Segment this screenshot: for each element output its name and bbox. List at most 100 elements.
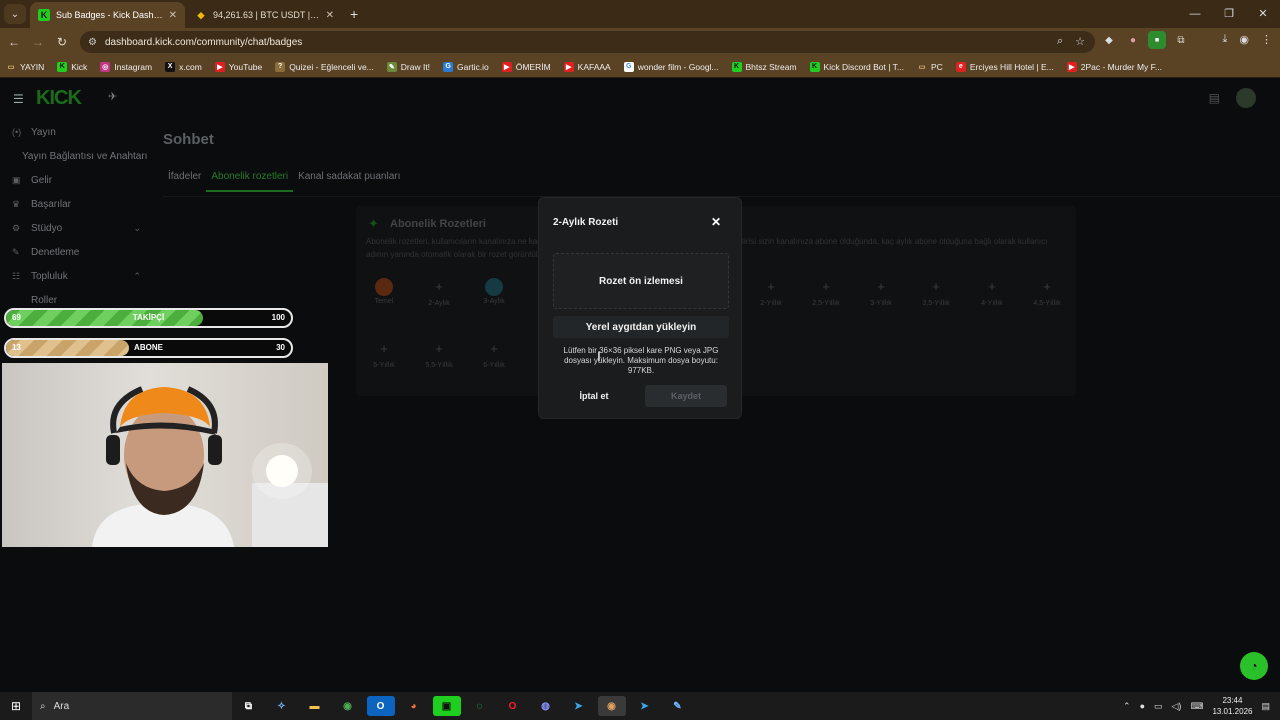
support-chat-icon[interactable]: ◔	[1240, 652, 1268, 680]
webcam-feed	[92, 386, 328, 547]
tray-expand-icon[interactable]: ⌃	[1123, 701, 1131, 712]
close-icon[interactable]: ✕	[326, 10, 334, 21]
sidebar-item-basarilar[interactable]: ♛ Başarılar	[0, 192, 155, 216]
badge-slot[interactable]: +4-Yıllık	[967, 276, 1017, 307]
restore-icon[interactable]: ❐	[1212, 0, 1246, 28]
tab-sadakat-puanlari[interactable]: Kanal sadakat puanları	[293, 165, 405, 192]
language-icon[interactable]: ⌨	[1190, 701, 1203, 712]
outlook-icon[interactable]: O	[366, 696, 395, 716]
puzzle-icon[interactable]: ⧉	[1172, 31, 1190, 49]
forward-icon[interactable]: →	[26, 35, 50, 49]
bookmark-item[interactable]: Xx.com	[165, 61, 202, 72]
badge-slot[interactable]: 3-Aylık	[469, 276, 519, 305]
paint-icon[interactable]: ✎	[664, 696, 692, 716]
minimize-icon[interactable]: —	[1178, 0, 1212, 28]
task-view-icon[interactable]: ⧉	[235, 696, 263, 716]
sidebar-item-gelir[interactable]: ▣ Gelir	[0, 168, 155, 192]
bookmark-item[interactable]: K Kick	[57, 61, 87, 72]
extension-icon[interactable]: ●	[1124, 31, 1142, 49]
badge-slot[interactable]: +2-Aylık	[414, 276, 464, 307]
sidebar-item-denetleme[interactable]: ✎ Denetleme	[0, 240, 155, 264]
menu-dots-icon[interactable]: ⋮	[1261, 33, 1272, 46]
badge-slot[interactable]: +5-Yıllık	[359, 338, 409, 369]
bookmark-item[interactable]: K Kick Discord Bot | T...	[809, 61, 904, 72]
close-icon[interactable]: ✕	[169, 10, 177, 21]
badge-label: 4-Yıllık	[981, 300, 1003, 307]
badge-slot[interactable]: +6-Yıllık	[469, 338, 519, 369]
badge-slot[interactable]: +3-Yıllık	[856, 276, 906, 307]
sidebar-item-yayin[interactable]: (•) Yayın	[0, 120, 155, 144]
close-window-icon[interactable]: ✕	[1246, 0, 1280, 28]
avatar[interactable]	[1236, 88, 1256, 108]
windows-start-icon[interactable]: ⊞	[0, 699, 32, 713]
tab-binance[interactable]: ◆ 94,261.63 | BTC USDT | Bitcoin ✕	[187, 2, 342, 28]
file-explorer-icon[interactable]: ▬	[301, 696, 329, 716]
plus-icon: +	[380, 341, 388, 356]
notification-icon[interactable]: ▤	[1261, 701, 1270, 712]
badge-slot[interactable]: +2,5-Yıllık	[801, 276, 851, 307]
zoom-icon[interactable]: ⌕	[1057, 35, 1063, 48]
sidebar-item-studyo[interactable]: ⚙ Stüdyo ⌄	[0, 216, 155, 240]
badge-preview[interactable]: Rozet ön izlemesi	[553, 253, 729, 309]
reload-icon[interactable]: ↻	[50, 35, 74, 49]
badge-slot[interactable]: +4,5-Yıllık	[1022, 276, 1072, 307]
tab-kick-dashboard[interactable]: K Sub Badges - Kick Dashboard ✕	[30, 2, 185, 28]
bookmark-item[interactable]: Gwonder film - Googl...	[623, 61, 719, 72]
bookmark-item[interactable]: ▶ KAFAAA	[563, 61, 611, 72]
whatsapp-icon[interactable]: ◌	[466, 696, 494, 716]
bookmark-item[interactable]: ▶ YouTube	[214, 61, 262, 72]
bookmark-item[interactable]: G Gartic.io	[443, 61, 489, 72]
volume-icon[interactable]: ◁)	[1172, 701, 1182, 712]
pin-icon[interactable]: ✈	[108, 90, 117, 103]
badge-slot[interactable]: Temel	[359, 276, 409, 305]
tab-search-button[interactable]: ⌄	[4, 4, 26, 24]
badge-slot[interactable]: +2-Yıllık	[746, 276, 796, 307]
address-bar[interactable]: ⚙ dashboard.kick.com/community/chat/badg…	[80, 31, 1095, 53]
bookmark-item[interactable]: ✎ Draw It!	[386, 61, 430, 72]
mic-icon[interactable]: ●	[1140, 701, 1145, 711]
bookmark-item[interactable]: ▭ YAYIN	[6, 62, 45, 72]
bookmark-item[interactable]: K Bhtsz Stream	[731, 61, 797, 72]
download-icon[interactable]: ⤓	[1223, 33, 1228, 46]
close-icon[interactable]: ✕	[711, 215, 721, 229]
save-button[interactable]: Kaydet	[645, 385, 727, 407]
badge-slot[interactable]: +5,5-Yıllık	[414, 338, 464, 369]
badge-label: 3-Aylık	[483, 298, 505, 305]
bookmark-item[interactable]: ▶ 2Pac - Murder My F...	[1066, 61, 1162, 72]
network-icon[interactable]: ▭	[1154, 701, 1163, 712]
back-icon[interactable]: ←	[2, 35, 26, 49]
bookmark-item[interactable]: ▭ PC	[917, 62, 943, 72]
cancel-button[interactable]: İptal et	[563, 385, 625, 407]
bookmark-item[interactable]: e Erciyes Hill Hotel | E...	[955, 61, 1054, 72]
bookmark-item[interactable]: ▶ ÖMERİM	[501, 61, 551, 72]
extension-icon[interactable]: ■	[1148, 31, 1166, 49]
kick-app-icon[interactable]: ▣	[432, 696, 461, 716]
badge-slot[interactable]: +3,5-Yıllık	[911, 276, 961, 307]
new-tab-button[interactable]: +	[350, 6, 358, 22]
hamburger-menu-icon[interactable]: ☰	[13, 92, 24, 106]
taskbar-search[interactable]: ⌕ Ara	[32, 692, 232, 720]
tab-ifadeler[interactable]: İfadeler	[163, 165, 206, 192]
kick-logo[interactable]: KICK	[36, 87, 82, 110]
badge-label: 5-Yıllık	[373, 362, 395, 369]
bookmark-item[interactable]: ? Quizei - Eğlenceli ve...	[275, 61, 374, 72]
tab-abonelik-rozetleri[interactable]: Abonelik rozetleri	[206, 165, 294, 192]
telegram-icon[interactable]: ➤	[565, 696, 593, 716]
sidebar-item-topluluk[interactable]: ☷ Topluluk ⌃	[0, 264, 155, 288]
inbox-icon[interactable]: ▤	[1209, 91, 1220, 105]
site-info-icon[interactable]: ⚙	[88, 37, 97, 48]
chrome-icon[interactable]: ◉	[334, 696, 362, 716]
clock[interactable]: 23:44 13.01.2026	[1212, 695, 1252, 717]
opera-icon[interactable]: O	[499, 696, 527, 716]
bookmark-star-icon[interactable]: ☆	[1075, 35, 1085, 48]
copilot-icon[interactable]: ✧	[268, 696, 296, 716]
upload-from-device-button[interactable]: Yerel aygıtdan yükleyin	[553, 316, 729, 338]
telegram-desktop-icon[interactable]: ➤	[631, 696, 659, 716]
chrome-active-icon[interactable]: ◉	[597, 696, 626, 716]
bookmark-item[interactable]: ◎ Instagram	[100, 61, 152, 72]
discord-icon[interactable]: ◍	[532, 696, 560, 716]
extension-icon[interactable]: ◆	[1100, 31, 1118, 49]
firefox-icon[interactable]: ◕	[400, 696, 428, 716]
sidebar-item-stream-key[interactable]: Yayın Bağlantısı ve Anahtarı	[0, 144, 155, 168]
profile-icon[interactable]: ◉	[1239, 33, 1249, 46]
